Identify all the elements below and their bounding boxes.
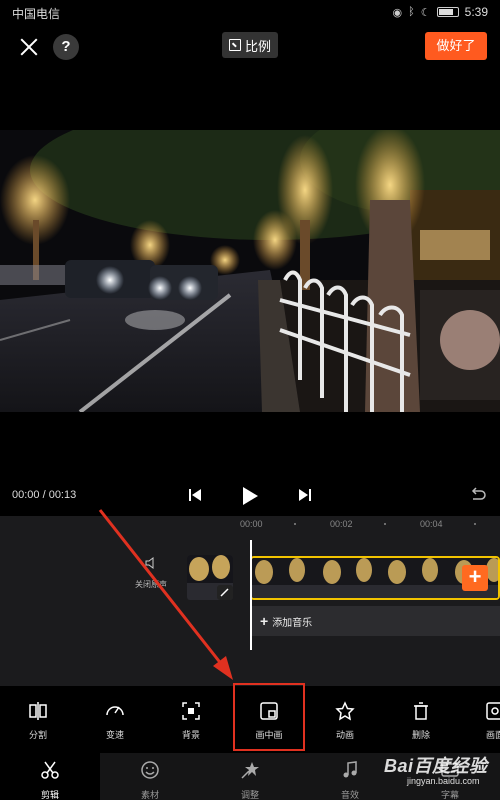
adjust-icon bbox=[241, 762, 259, 779]
nav-label: 字幕 bbox=[440, 790, 459, 800]
ratio-label: 比例 bbox=[244, 38, 271, 54]
video-preview[interactable] bbox=[0, 130, 500, 412]
scissors-icon bbox=[41, 761, 59, 779]
add-music-label: 添加音乐 bbox=[272, 618, 313, 629]
plus-icon: + bbox=[260, 613, 269, 629]
tool-label: 画面 bbox=[485, 730, 500, 740]
nav-label: 剪辑 bbox=[40, 790, 59, 800]
edit-pencil-icon[interactable] bbox=[217, 585, 233, 600]
tool-speed[interactable]: 变速 bbox=[88, 700, 142, 741]
speed-icon bbox=[106, 706, 124, 716]
tool-frame[interactable]: 画面 bbox=[468, 700, 500, 741]
close-button[interactable] bbox=[16, 34, 42, 60]
animation-icon bbox=[335, 701, 355, 721]
done-button[interactable]: 做好了 bbox=[425, 32, 487, 60]
add-music-button[interactable]: + 添加音乐 bbox=[252, 606, 500, 636]
nav-label: 调整 bbox=[240, 790, 259, 800]
frame-icon bbox=[486, 702, 500, 720]
nav-adjust[interactable]: 调整 bbox=[225, 760, 275, 800]
speaker-icon bbox=[145, 557, 154, 569]
ruler-label: 00:00 bbox=[240, 519, 263, 529]
battery-icon bbox=[436, 7, 459, 17]
background-icon bbox=[182, 702, 200, 720]
eye-icon: ◉ bbox=[392, 6, 403, 19]
music-note-icon bbox=[343, 761, 357, 778]
tool-label: 删除 bbox=[411, 730, 430, 740]
nav-label: 素材 bbox=[140, 790, 159, 800]
trash-icon bbox=[414, 702, 428, 720]
aspect-ratio-icon bbox=[228, 39, 241, 51]
status-bar: 中国电信 ◉ ᛒ ☾ 5:39 bbox=[0, 0, 500, 24]
bluetooth-icon: ᛒ bbox=[408, 6, 415, 18]
tool-animation[interactable]: 动画 bbox=[318, 700, 372, 741]
skip-previous-icon[interactable] bbox=[188, 488, 202, 502]
undo-icon[interactable] bbox=[468, 486, 486, 504]
mute-original-button[interactable]: 关闭原声 bbox=[132, 556, 170, 590]
nav-label: 音效 bbox=[340, 790, 359, 800]
sticker-icon bbox=[141, 761, 159, 779]
play-icon[interactable] bbox=[240, 486, 260, 506]
tool-background[interactable]: 背景 bbox=[164, 700, 218, 741]
tool-label: 变速 bbox=[105, 730, 124, 740]
ruler-tick bbox=[474, 523, 476, 525]
tool-label: 分割 bbox=[28, 730, 47, 740]
ruler-label: 00:02 bbox=[330, 519, 353, 529]
add-clip-button[interactable]: + bbox=[462, 565, 488, 591]
baidu-watermark: Bai百度经验 jingyan.baidu.com bbox=[384, 752, 488, 786]
status-icons: ◉ ᛒ ☾ 5:39 bbox=[393, 5, 488, 19]
annotation-highlight-box bbox=[233, 683, 305, 751]
ratio-button[interactable]: 比例 bbox=[222, 32, 278, 58]
tool-label: 动画 bbox=[335, 730, 354, 740]
time-readout: 00:00 / 00:13 bbox=[12, 489, 77, 501]
carrier-label: 中国电信 bbox=[12, 7, 61, 21]
tool-label: 背景 bbox=[181, 730, 200, 740]
watermark-logo: Bai百度经验 bbox=[384, 756, 488, 776]
nav-material[interactable]: 素材 bbox=[125, 760, 175, 800]
nav-sound[interactable]: 音效 bbox=[325, 760, 375, 800]
ruler-tick bbox=[294, 523, 296, 525]
tool-split[interactable]: 分割 bbox=[11, 700, 65, 741]
nav-edit[interactable]: 剪辑 bbox=[25, 760, 75, 800]
clock: 5:39 bbox=[464, 5, 488, 19]
ruler-tick bbox=[384, 523, 386, 525]
skip-next-icon[interactable] bbox=[298, 488, 312, 502]
split-icon bbox=[29, 702, 47, 720]
playhead[interactable] bbox=[250, 540, 252, 650]
night-street-scene bbox=[0, 130, 500, 412]
mute-label: 关闭原声 bbox=[135, 580, 167, 589]
tool-delete[interactable]: 删除 bbox=[394, 700, 448, 741]
help-button[interactable]: ? bbox=[53, 34, 79, 60]
moon-icon: ☾ bbox=[420, 6, 431, 19]
ruler-label: 00:04 bbox=[420, 519, 443, 529]
